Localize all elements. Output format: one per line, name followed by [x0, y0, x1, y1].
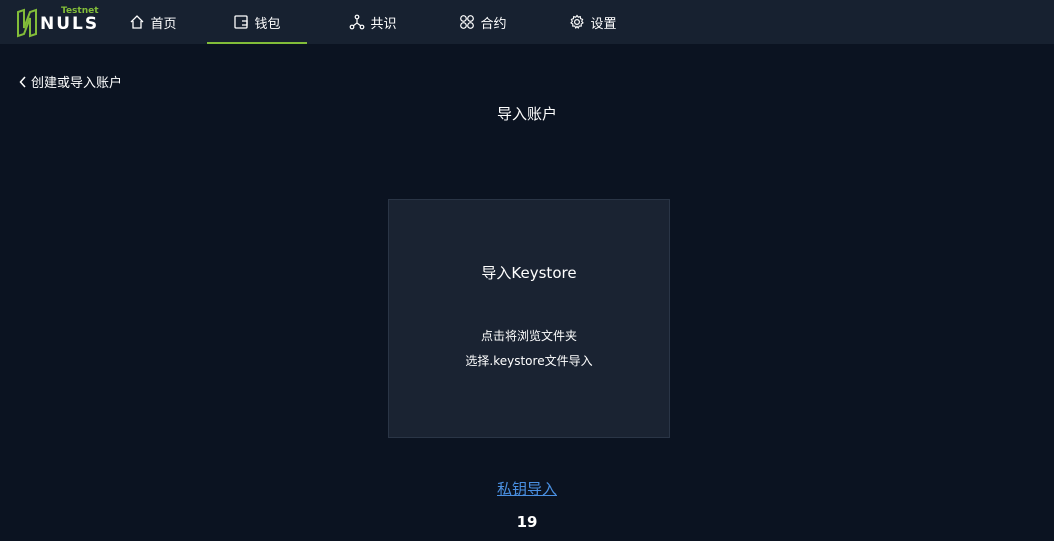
- page-title: 导入账户: [496, 105, 557, 123]
- nav-label: 钱包: [254, 16, 281, 32]
- back-link[interactable]: 创建或导入账户: [19, 72, 122, 91]
- chevron-left-icon: [19, 75, 26, 88]
- nav-label: 合约: [480, 16, 507, 32]
- home-icon: [131, 15, 144, 29]
- brand-name: NULS: [40, 14, 100, 34]
- top-navigation-bar: NULS Testnet 首页 钱包 共识 合约 设置: [0, 0, 1054, 44]
- nav-label: 设置: [590, 16, 617, 32]
- card-instruction-line-1: 点击将浏览文件夹: [480, 329, 577, 343]
- contract-icon: [460, 15, 475, 29]
- nav-item-settings[interactable]: 设置: [553, 0, 633, 44]
- card-instruction-line-2: 选择.keystore文件导入: [465, 354, 593, 368]
- gear-icon: [570, 14, 585, 30]
- nav-item-home[interactable]: 首页: [113, 0, 193, 44]
- back-link-label: 创建或导入账户: [31, 76, 123, 91]
- nav-item-wallet[interactable]: 钱包: [207, 0, 307, 44]
- nav-label: 共识: [370, 16, 397, 32]
- consensus-icon: [350, 14, 365, 30]
- nuls-logo[interactable]: NULS Testnet: [16, 6, 100, 38]
- nav-label: 首页: [150, 16, 177, 32]
- card-title: 导入Keystore: [481, 264, 577, 282]
- nav-item-consensus[interactable]: 共识: [333, 0, 413, 44]
- network-tag: Testnet: [61, 6, 99, 16]
- private-key-import-link[interactable]: 私钥导入: [0, 478, 1054, 499]
- nav-item-contract[interactable]: 合约: [443, 0, 523, 44]
- import-keystore-card[interactable]: 导入Keystore 点击将浏览文件夹 选择.keystore文件导入: [388, 199, 670, 438]
- page-number: 19: [516, 513, 538, 531]
- nuls-logo-icon: [17, 8, 37, 38]
- wallet-icon: [234, 15, 249, 29]
